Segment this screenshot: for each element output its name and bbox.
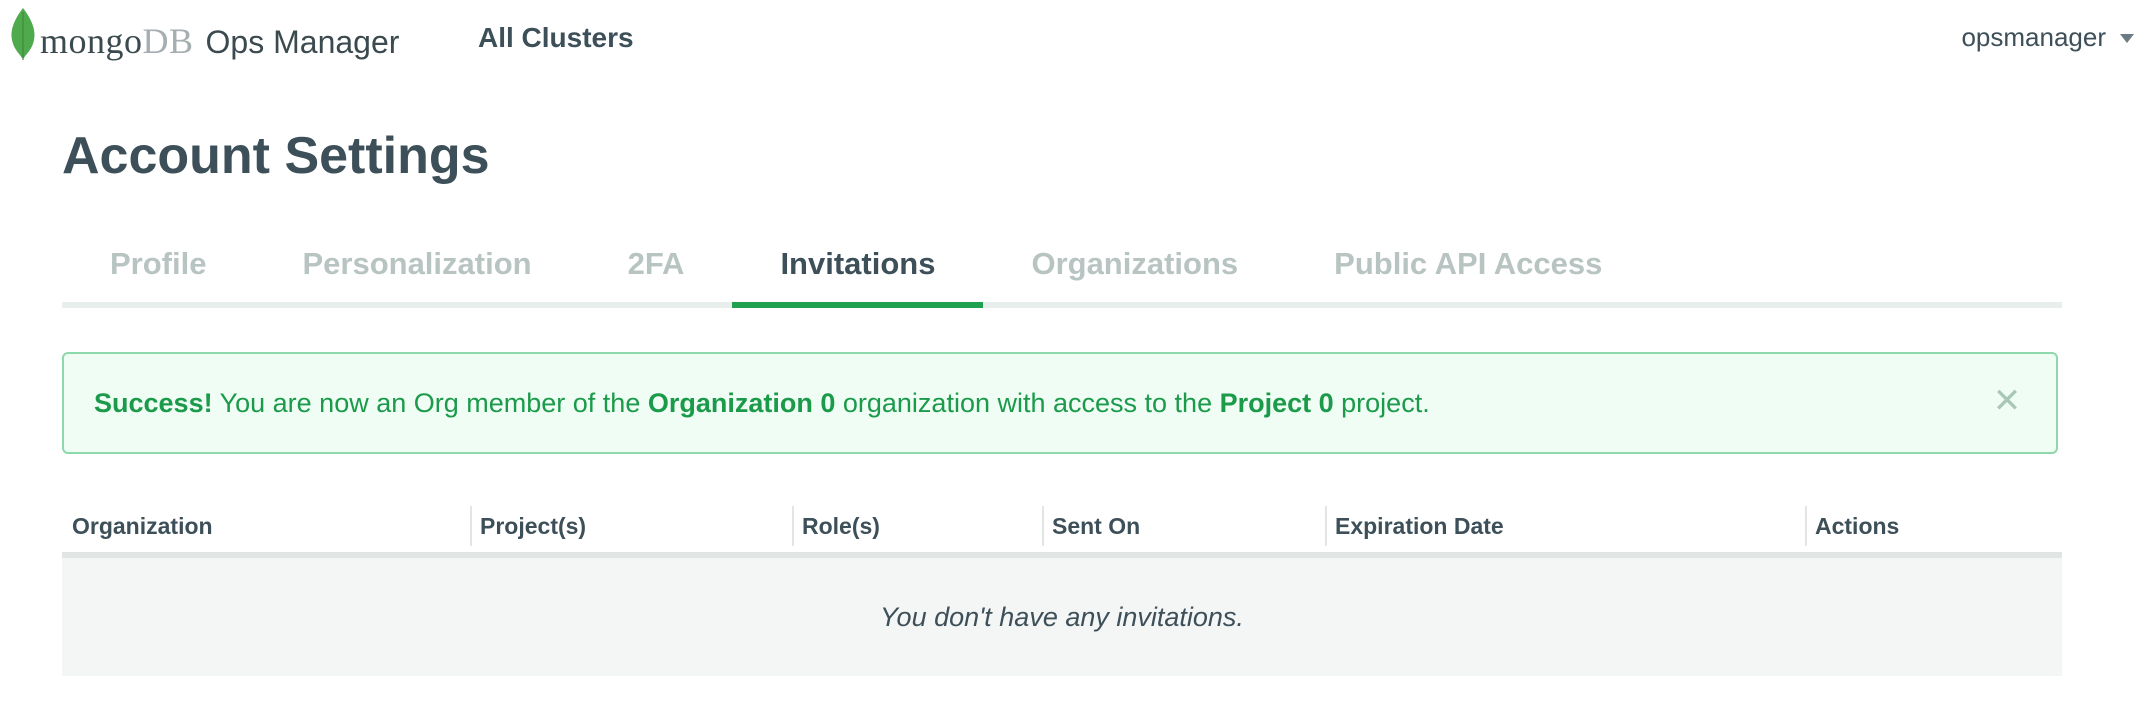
invitations-table: Organization Project(s) Role(s) Sent On … — [62, 500, 2062, 676]
alert-message: Success! You are now an Org member of th… — [94, 354, 1430, 456]
column-header-expiration-date[interactable]: Expiration Date — [1325, 500, 1805, 552]
all-clusters-link[interactable]: All Clusters — [478, 22, 634, 54]
user-menu-dropdown[interactable]: opsmanager — [1961, 22, 2134, 53]
chevron-down-icon — [2120, 34, 2134, 43]
column-header-organization[interactable]: Organization — [62, 500, 470, 552]
table-header-row: Organization Project(s) Role(s) Sent On … — [62, 500, 2062, 558]
tab-organizations[interactable]: Organizations — [983, 236, 1286, 302]
page-title: Account Settings — [62, 127, 490, 185]
column-header-actions: Actions — [1805, 500, 2062, 552]
username-label: opsmanager — [1961, 22, 2106, 52]
success-alert: Success! You are now an Org member of th… — [62, 352, 2058, 454]
mongodb-leaf-icon — [11, 8, 35, 60]
wordmark-mongo: mongo — [40, 21, 143, 61]
tab-personalization[interactable]: Personalization — [254, 236, 579, 302]
tab-invitations[interactable]: Invitations — [732, 236, 984, 308]
empty-state-message: You don't have any invitations. — [62, 558, 2062, 676]
wordmark-db: DB — [142, 21, 194, 61]
alert-text-part-2: organization with access to the — [835, 388, 1220, 418]
alert-project-name: Project 0 — [1219, 388, 1334, 418]
alert-text-part-1: You are now an Org member of the — [212, 388, 648, 418]
tab-2fa[interactable]: 2FA — [580, 236, 733, 302]
column-header-roles[interactable]: Role(s) — [792, 500, 1042, 552]
tab-public-api-access[interactable]: Public API Access — [1286, 236, 1650, 302]
wordmark-product: Ops Manager — [205, 24, 400, 60]
account-settings-tabs: Profile Personalization 2FA Invitations … — [62, 236, 2062, 308]
close-icon[interactable]: ✕ — [1992, 384, 2022, 418]
tab-profile[interactable]: Profile — [62, 236, 254, 302]
top-navigation-bar: mongoDB Ops Manager All Clusters opsmanag… — [0, 0, 2154, 80]
column-header-sent-on[interactable]: Sent On — [1042, 500, 1325, 552]
column-header-projects[interactable]: Project(s) — [470, 500, 792, 552]
alert-prefix: Success! — [94, 388, 213, 418]
alert-organization-name: Organization 0 — [647, 388, 836, 418]
alert-text-part-3: project. — [1333, 388, 1430, 418]
wordmark: mongoDB Ops Manager — [40, 20, 399, 62]
mongodb-ops-manager-logo[interactable]: mongoDB Ops Manager — [10, 8, 399, 62]
